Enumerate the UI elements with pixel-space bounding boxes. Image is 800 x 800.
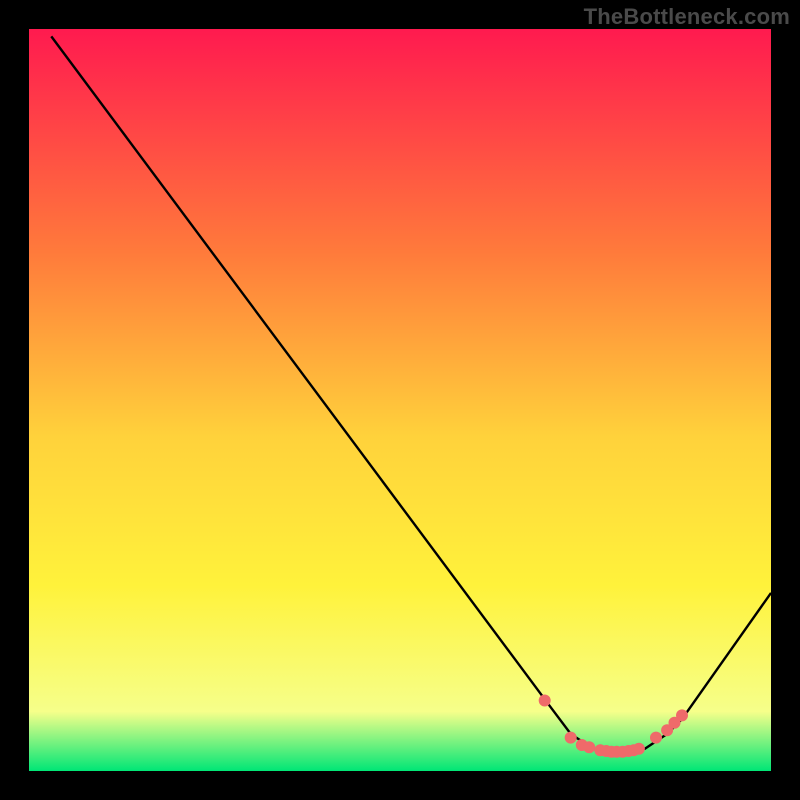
data-point bbox=[539, 695, 551, 707]
data-point bbox=[633, 743, 645, 755]
data-point bbox=[565, 732, 577, 744]
data-point bbox=[583, 741, 595, 753]
plot-area bbox=[29, 29, 771, 771]
data-point bbox=[676, 709, 688, 721]
watermark-text: TheBottleneck.com bbox=[584, 4, 790, 30]
gradient-background bbox=[29, 29, 771, 771]
plot-svg bbox=[29, 29, 771, 771]
data-point bbox=[650, 732, 662, 744]
chart-frame: TheBottleneck.com bbox=[0, 0, 800, 800]
